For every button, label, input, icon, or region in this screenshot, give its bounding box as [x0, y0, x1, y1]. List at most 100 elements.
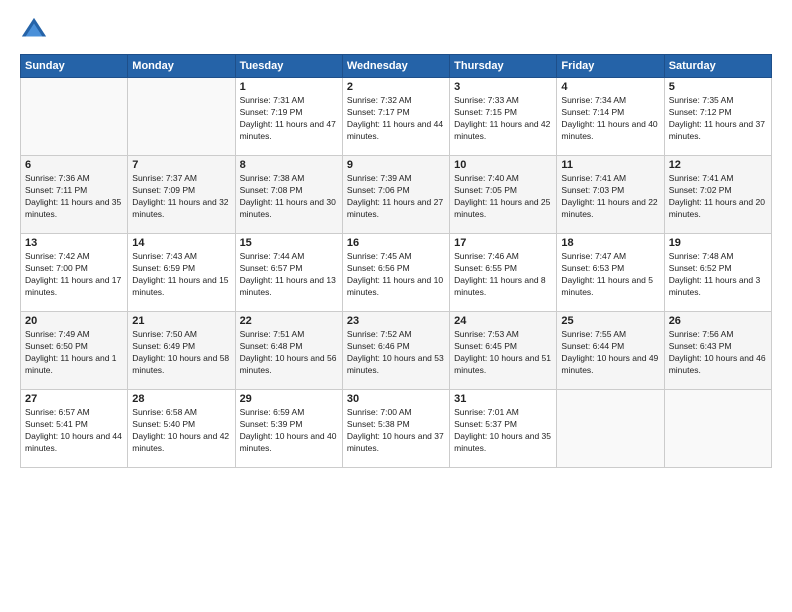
weekday-header-friday: Friday: [557, 55, 664, 78]
day-number: 31: [454, 393, 552, 405]
day-number: 1: [240, 81, 338, 93]
calendar-cell: 31 Sunrise: 7:01 AM Sunset: 5:37 PM Dayli…: [450, 390, 557, 468]
weekday-header-wednesday: Wednesday: [342, 55, 449, 78]
day-info: Sunrise: 7:35 AM Sunset: 7:12 PM Dayligh…: [669, 95, 767, 143]
day-info: Sunrise: 7:33 AM Sunset: 7:15 PM Dayligh…: [454, 95, 552, 143]
day-info: Sunrise: 7:52 AM Sunset: 6:46 PM Dayligh…: [347, 329, 445, 377]
day-info: Sunrise: 7:41 AM Sunset: 7:03 PM Dayligh…: [561, 173, 659, 221]
day-number: 7: [132, 159, 230, 171]
logo-icon: [20, 16, 48, 44]
day-info: Sunrise: 7:53 AM Sunset: 6:45 PM Dayligh…: [454, 329, 552, 377]
day-info: Sunrise: 7:43 AM Sunset: 6:59 PM Dayligh…: [132, 251, 230, 299]
day-info: Sunrise: 7:56 AM Sunset: 6:43 PM Dayligh…: [669, 329, 767, 377]
day-number: 12: [669, 159, 767, 171]
day-info: Sunrise: 7:38 AM Sunset: 7:08 PM Dayligh…: [240, 173, 338, 221]
calendar-cell: 26Sunrise: 7:56 AM Sunset: 6:43 PM Dayli…: [664, 312, 771, 390]
calendar-cell: 30 Sunrise: 7:00 AM Sunset: 5:38 PM Dayli…: [342, 390, 449, 468]
day-number: 25: [561, 315, 659, 327]
day-info: Sunrise: 7:55 AM Sunset: 6:44 PM Dayligh…: [561, 329, 659, 377]
day-number: 19: [669, 237, 767, 249]
calendar-cell: 9 Sunrise: 7:39 AM Sunset: 7:06 PM Daylig…: [342, 156, 449, 234]
day-number: 4: [561, 81, 659, 93]
day-number: 16: [347, 237, 445, 249]
day-number: 15: [240, 237, 338, 249]
day-info: Sunrise: 7:01 AM Sunset: 5:37 PM Dayligh…: [454, 407, 552, 455]
calendar-cell: 18Sunrise: 7:47 AM Sunset: 6:53 PM Dayli…: [557, 234, 664, 312]
calendar-week-5: 27Sunrise: 6:57 AM Sunset: 5:41 PM Dayli…: [21, 390, 772, 468]
calendar-cell: 24 Sunrise: 7:53 AM Sunset: 6:45 PM Dayli…: [450, 312, 557, 390]
day-info: Sunrise: 7:42 AM Sunset: 7:00 PM Dayligh…: [25, 251, 123, 299]
calendar-cell: 21 Sunrise: 7:50 AM Sunset: 6:49 PM Dayli…: [128, 312, 235, 390]
day-number: 20: [25, 315, 123, 327]
calendar-cell: 5Sunrise: 7:35 AM Sunset: 7:12 PM Daylig…: [664, 78, 771, 156]
calendar-cell: 13 Sunrise: 7:42 AM Sunset: 7:00 PM Dayli…: [21, 234, 128, 312]
calendar-cell: 15 Sunrise: 7:44 AM Sunset: 6:57 PM Dayli…: [235, 234, 342, 312]
day-number: 11: [561, 159, 659, 171]
day-number: 18: [561, 237, 659, 249]
day-info: Sunrise: 7:00 AM Sunset: 5:38 PM Dayligh…: [347, 407, 445, 455]
day-info: Sunrise: 7:49 AM Sunset: 6:50 PM Dayligh…: [25, 329, 123, 377]
day-number: 2: [347, 81, 445, 93]
logo: [20, 16, 52, 44]
day-number: 21: [132, 315, 230, 327]
calendar-week-1: 1 Sunrise: 7:31 AM Sunset: 7:19 PM Daylig…: [21, 78, 772, 156]
day-info: Sunrise: 7:51 AM Sunset: 6:48 PM Dayligh…: [240, 329, 338, 377]
weekday-header-thursday: Thursday: [450, 55, 557, 78]
day-number: 24: [454, 315, 552, 327]
calendar-cell: 8 Sunrise: 7:38 AM Sunset: 7:08 PM Daylig…: [235, 156, 342, 234]
calendar-cell: 20 Sunrise: 7:49 AM Sunset: 6:50 PM Dayli…: [21, 312, 128, 390]
calendar-cell: 16Sunrise: 7:45 AM Sunset: 6:56 PM Dayli…: [342, 234, 449, 312]
day-number: 27: [25, 393, 123, 405]
calendar-cell: 25 Sunrise: 7:55 AM Sunset: 6:44 PM Dayli…: [557, 312, 664, 390]
day-info: Sunrise: 7:40 AM Sunset: 7:05 PM Dayligh…: [454, 173, 552, 221]
day-number: 10: [454, 159, 552, 171]
calendar-cell: 10 Sunrise: 7:40 AM Sunset: 7:05 PM Dayli…: [450, 156, 557, 234]
day-number: 22: [240, 315, 338, 327]
day-number: 23: [347, 315, 445, 327]
calendar-cell: 22 Sunrise: 7:51 AM Sunset: 6:48 PM Dayli…: [235, 312, 342, 390]
day-info: Sunrise: 7:48 AM Sunset: 6:52 PM Dayligh…: [669, 251, 767, 299]
day-info: Sunrise: 7:39 AM Sunset: 7:06 PM Dayligh…: [347, 173, 445, 221]
calendar-cell: [128, 78, 235, 156]
day-number: 9: [347, 159, 445, 171]
calendar-cell: 14 Sunrise: 7:43 AM Sunset: 6:59 PM Dayli…: [128, 234, 235, 312]
calendar-cell: 19 Sunrise: 7:48 AM Sunset: 6:52 PM Dayli…: [664, 234, 771, 312]
day-info: Sunrise: 7:34 AM Sunset: 7:14 PM Dayligh…: [561, 95, 659, 143]
day-number: 8: [240, 159, 338, 171]
day-number: 6: [25, 159, 123, 171]
day-info: Sunrise: 7:50 AM Sunset: 6:49 PM Dayligh…: [132, 329, 230, 377]
calendar-cell: 1 Sunrise: 7:31 AM Sunset: 7:19 PM Daylig…: [235, 78, 342, 156]
calendar-cell: 17 Sunrise: 7:46 AM Sunset: 6:55 PM Dayli…: [450, 234, 557, 312]
day-info: Sunrise: 7:31 AM Sunset: 7:19 PM Dayligh…: [240, 95, 338, 143]
calendar-cell: 7 Sunrise: 7:37 AM Sunset: 7:09 PM Daylig…: [128, 156, 235, 234]
day-info: Sunrise: 7:37 AM Sunset: 7:09 PM Dayligh…: [132, 173, 230, 221]
calendar-week-4: 20 Sunrise: 7:49 AM Sunset: 6:50 PM Dayli…: [21, 312, 772, 390]
calendar-week-3: 13 Sunrise: 7:42 AM Sunset: 7:00 PM Dayli…: [21, 234, 772, 312]
day-info: Sunrise: 6:59 AM Sunset: 5:39 PM Dayligh…: [240, 407, 338, 455]
day-number: 17: [454, 237, 552, 249]
calendar-table: SundayMondayTuesdayWednesdayThursdayFrid…: [20, 54, 772, 468]
day-info: Sunrise: 6:58 AM Sunset: 5:40 PM Dayligh…: [132, 407, 230, 455]
day-info: Sunrise: 7:46 AM Sunset: 6:55 PM Dayligh…: [454, 251, 552, 299]
calendar-cell: 27Sunrise: 6:57 AM Sunset: 5:41 PM Dayli…: [21, 390, 128, 468]
weekday-header-monday: Monday: [128, 55, 235, 78]
weekday-header-tuesday: Tuesday: [235, 55, 342, 78]
day-number: 14: [132, 237, 230, 249]
day-number: 13: [25, 237, 123, 249]
weekday-header-sunday: Sunday: [21, 55, 128, 78]
day-info: Sunrise: 7:41 AM Sunset: 7:02 PM Dayligh…: [669, 173, 767, 221]
day-number: 3: [454, 81, 552, 93]
calendar-cell: 3 Sunrise: 7:33 AM Sunset: 7:15 PM Daylig…: [450, 78, 557, 156]
day-info: Sunrise: 7:44 AM Sunset: 6:57 PM Dayligh…: [240, 251, 338, 299]
calendar-week-2: 6Sunrise: 7:36 AM Sunset: 7:11 PM Daylig…: [21, 156, 772, 234]
day-number: 30: [347, 393, 445, 405]
calendar-cell: 2 Sunrise: 7:32 AM Sunset: 7:17 PM Daylig…: [342, 78, 449, 156]
page: SundayMondayTuesdayWednesdayThursdayFrid…: [0, 0, 792, 612]
calendar-cell: [21, 78, 128, 156]
day-number: 28: [132, 393, 230, 405]
calendar-cell: 29Sunrise: 6:59 AM Sunset: 5:39 PM Dayli…: [235, 390, 342, 468]
weekday-header-row: SundayMondayTuesdayWednesdayThursdayFrid…: [21, 55, 772, 78]
header: [20, 16, 772, 44]
day-info: Sunrise: 7:32 AM Sunset: 7:17 PM Dayligh…: [347, 95, 445, 143]
weekday-header-saturday: Saturday: [664, 55, 771, 78]
